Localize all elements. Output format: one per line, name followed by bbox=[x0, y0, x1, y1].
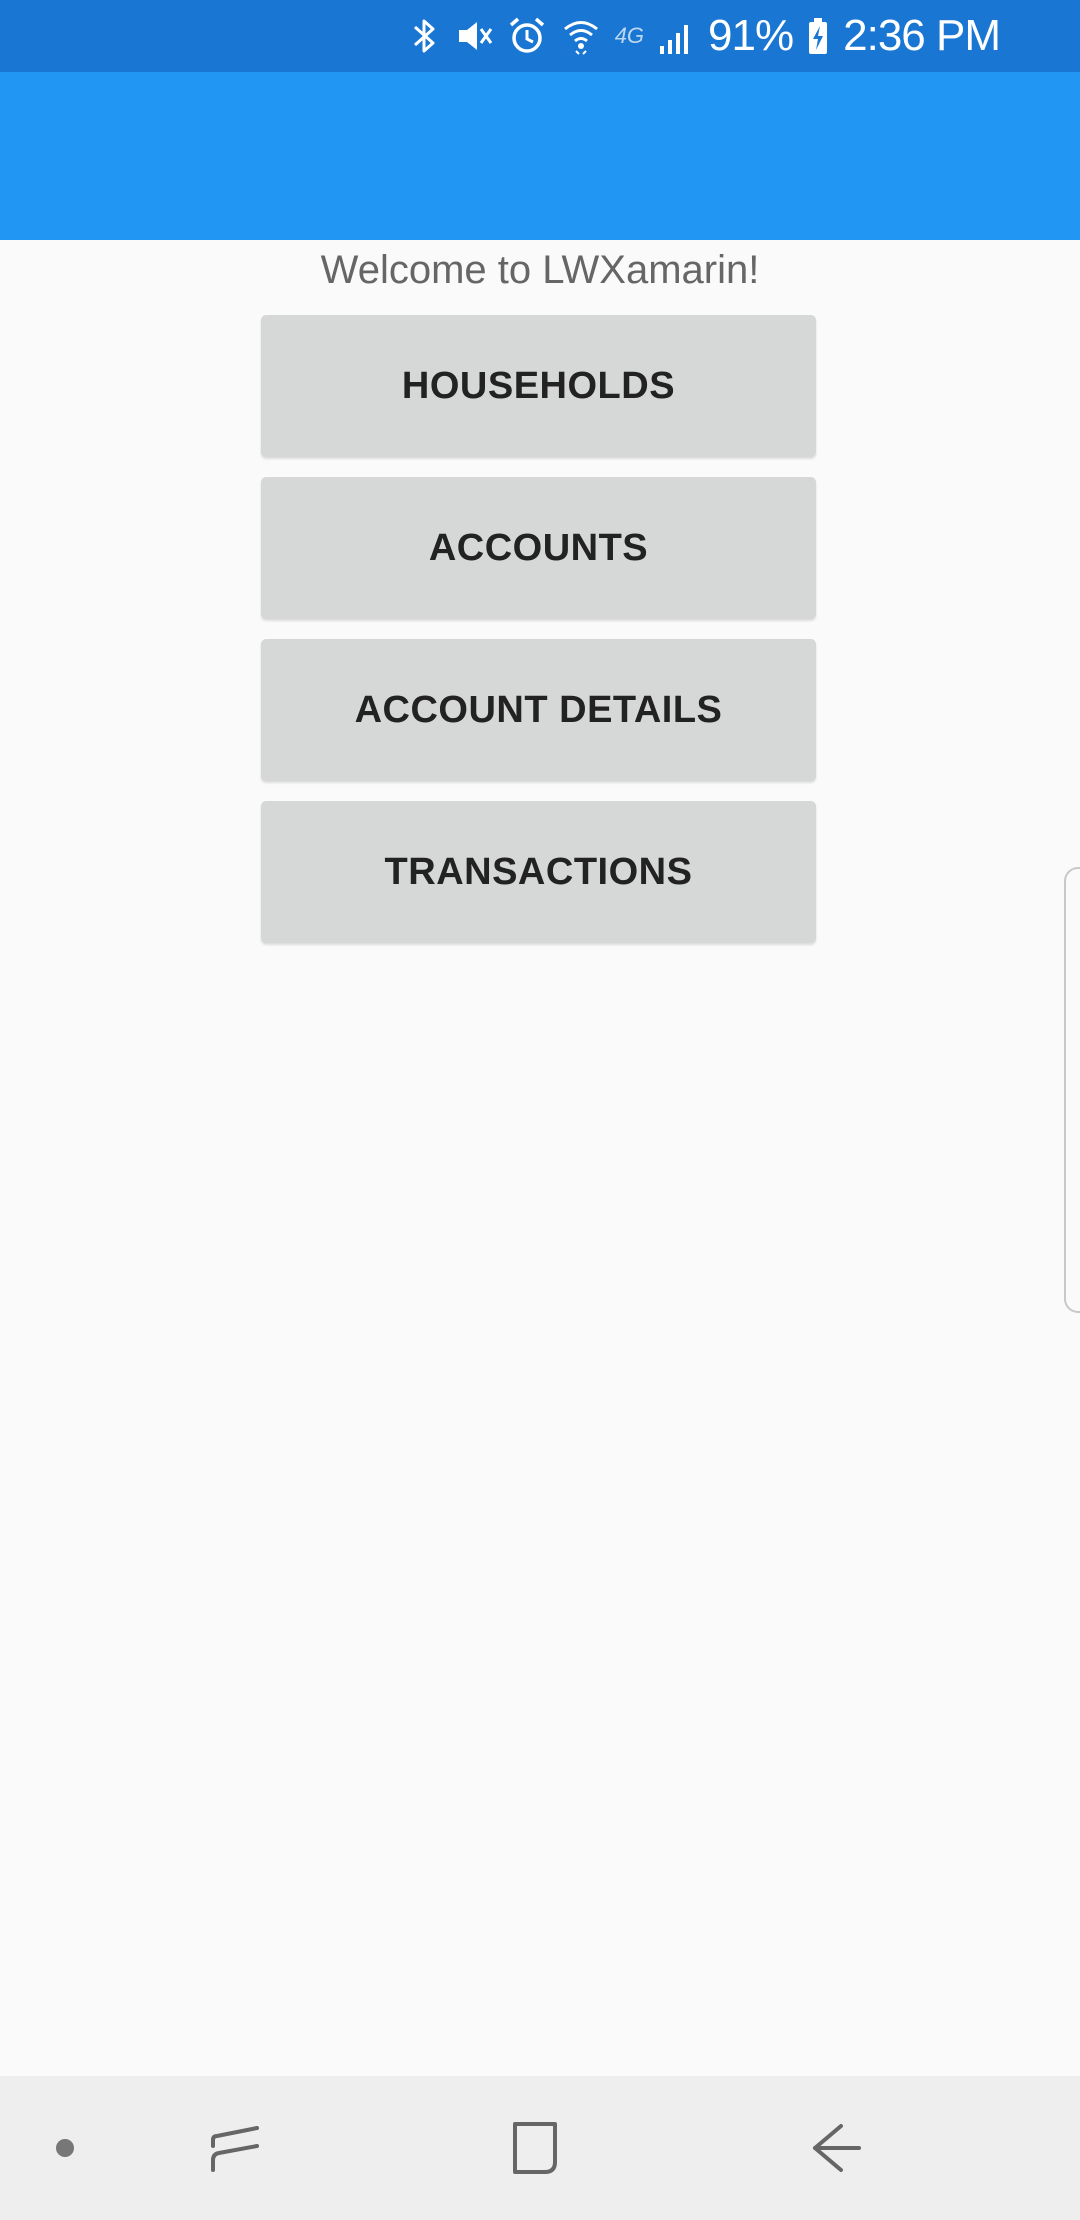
dot-icon[interactable] bbox=[30, 2076, 100, 2220]
edge-panel-handle[interactable] bbox=[1064, 867, 1080, 1313]
transactions-button[interactable]: TRANSACTIONS bbox=[261, 801, 816, 943]
battery-percent: 91% bbox=[708, 11, 794, 60]
wifi-icon bbox=[561, 16, 601, 56]
status-time: 2:36 PM bbox=[843, 11, 1001, 60]
navigation-bar bbox=[0, 2076, 1080, 2220]
home-icon[interactable] bbox=[480, 2076, 590, 2220]
battery-charging-icon bbox=[807, 16, 829, 56]
status-bar: 4G 91% 2:36 PM bbox=[0, 0, 1080, 72]
recents-icon[interactable] bbox=[180, 2076, 290, 2220]
welcome-text: Welcome to LWXamarin! bbox=[320, 248, 760, 292]
households-button[interactable]: HOUSEHOLDS bbox=[261, 315, 816, 457]
accounts-button[interactable]: ACCOUNTS bbox=[261, 477, 816, 619]
back-icon[interactable] bbox=[780, 2076, 890, 2220]
app-bar bbox=[0, 72, 1080, 240]
vibrate-mute-icon bbox=[453, 16, 493, 56]
main-content: Welcome to LWXamarin! HOUSEHOLDS ACCOUNT… bbox=[0, 240, 1080, 2076]
alarm-icon bbox=[507, 16, 547, 56]
bluetooth-icon bbox=[411, 16, 439, 56]
status-icons: 4G 91% 2:36 PM bbox=[411, 0, 1001, 72]
lte-icon: 4G bbox=[614, 23, 645, 48]
account-details-button[interactable]: ACCOUNT DETAILS bbox=[261, 639, 816, 781]
signal-icon bbox=[658, 16, 694, 56]
